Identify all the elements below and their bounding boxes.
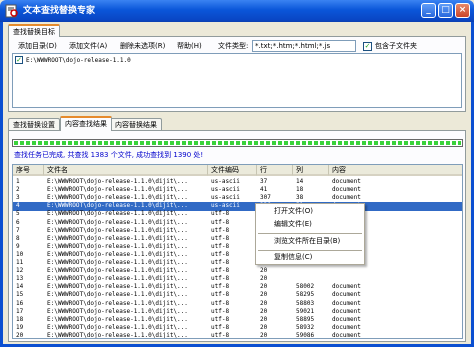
cell-content: document [332,331,361,339]
column-header-filename[interactable]: 文件名 [44,165,208,176]
progress-fill [14,141,461,145]
filetype-field[interactable]: *.txt;*.htm;*.html;*.js [252,40,356,52]
menu-separator [258,233,362,234]
menu-copy-info[interactable]: 复制信息(C) [256,251,364,264]
app-icon [5,4,18,18]
add-dir-button[interactable]: 添加目录(D) [18,40,57,52]
progress-bar [12,139,463,147]
target-list[interactable]: ✓ E:\WWWROOT\dojo-release-1.1.0 [12,53,462,108]
column-header-content[interactable]: 内容 [329,165,462,176]
cell-seq: 20 [16,331,24,339]
minimize-button[interactable]: _ [421,3,436,18]
menu-edit-file[interactable]: 编辑文件(E) [256,218,364,231]
remove-unchecked-button[interactable]: 删除未选项(R) [120,40,165,52]
cell-encoding: utf-8 [211,331,230,339]
column-header-col[interactable]: 列 [293,165,329,176]
window-title: 文本查找替换专家 [23,6,96,16]
help-button[interactable]: 帮助(H) [177,40,202,52]
maximize-button[interactable]: □ [438,3,453,18]
target-checkbox[interactable]: ✓ [15,56,23,64]
include-subfolders-label: 包含子文件夹 [375,42,417,50]
results-table[interactable]: 序号 文件名 文件编码 行 列 内容 1 E:\WWWROOT\dojo-rele… [12,164,463,339]
status-text: 查找任务已完成, 共查找 1383 个文件, 成功查找到 1390 处! [14,151,204,159]
tab-search-targets[interactable]: 查找替换目标 [8,24,60,37]
menu-browse-folder[interactable]: 浏览文件所在目录(B) [256,235,364,248]
target-path: E:\WWWROOT\dojo-release-1.1.0 [26,57,131,64]
tab-find-results[interactable]: 内容查找结果 [60,116,112,131]
filetype-label: 文件类型: [218,42,249,50]
include-subfolders-checkbox[interactable]: ✓ [363,42,372,51]
table-row[interactable]: 20 E:\WWWROOT\dojo-release-1.1.0\dijit\..… [13,331,462,339]
title-bar: 文本查找替换专家 _ □ × [0,0,474,22]
cell-row: 20 [260,331,268,339]
add-file-button[interactable]: 添加文件(A) [69,40,107,52]
context-menu: 打开文件(O) 编辑文件(E) 浏览文件所在目录(B) 复制信息(C) [255,203,365,265]
target-list-item[interactable]: ✓ E:\WWWROOT\dojo-release-1.1.0 [15,56,459,65]
cell-col: 59086 [296,331,315,339]
column-header-row[interactable]: 行 [257,165,293,176]
menu-open-file[interactable]: 打开文件(O) [256,205,364,218]
close-button[interactable]: × [455,3,470,18]
column-header-seq[interactable]: 序号 [13,165,44,176]
cell-filename: E:\WWWROOT\dojo-release-1.1.0\dijit\... [47,331,188,339]
column-header-encoding[interactable]: 文件编码 [208,165,257,176]
